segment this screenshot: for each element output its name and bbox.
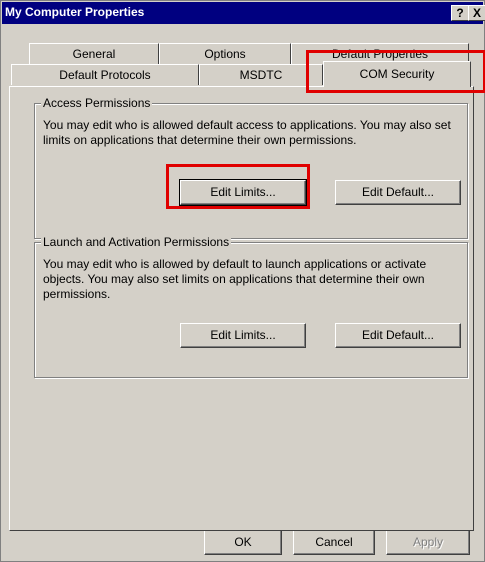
close-button[interactable]: X — [468, 5, 485, 21]
help-button[interactable]: ? — [451, 5, 469, 21]
tab-com-security-label: COM Security — [359, 67, 435, 81]
tab-default-protocols-label: Default Protocols — [59, 68, 151, 82]
tab-com-security[interactable]: COM Security — [323, 61, 471, 87]
window-title: My Computer Properties — [5, 5, 145, 19]
access-edit-default-button[interactable]: Edit Default... — [335, 180, 461, 205]
cancel-button[interactable]: Cancel — [293, 530, 375, 555]
tab-general-label: General — [72, 47, 116, 61]
tab-msdtc[interactable]: MSDTC — [199, 64, 323, 85]
apply-button[interactable]: Apply — [386, 530, 470, 555]
access-edit-limits-button[interactable]: Edit Limits... — [179, 179, 307, 206]
ok-button[interactable]: OK — [204, 530, 282, 555]
access-permissions-legend: Access Permissions — [41, 96, 153, 110]
launch-activation-description: You may edit who is allowed by default t… — [43, 257, 427, 301]
tab-default-protocols[interactable]: Default Protocols — [11, 64, 199, 85]
launch-activation-legend: Launch and Activation Permissions — [41, 235, 232, 249]
tab-msdtc-label: MSDTC — [239, 68, 283, 82]
access-permissions-group: Access Permissions You may edit who is a… — [34, 96, 468, 239]
tab-general[interactable]: General — [29, 43, 159, 64]
tab-options[interactable]: Options — [159, 43, 291, 64]
access-permissions-description: You may edit who is allowed default acce… — [43, 118, 451, 147]
tab-options-label: Options — [204, 47, 246, 61]
tab-panel: Access Permissions You may edit who is a… — [9, 86, 474, 531]
launch-edit-limits-button[interactable]: Edit Limits... — [180, 323, 306, 348]
launch-activation-group: Launch and Activation Permissions You ma… — [34, 235, 468, 378]
title-bar: My Computer Properties ? X — [2, 2, 485, 24]
properties-window: My Computer Properties ? X General Optio… — [0, 0, 485, 562]
launch-edit-default-button[interactable]: Edit Default... — [335, 323, 461, 348]
